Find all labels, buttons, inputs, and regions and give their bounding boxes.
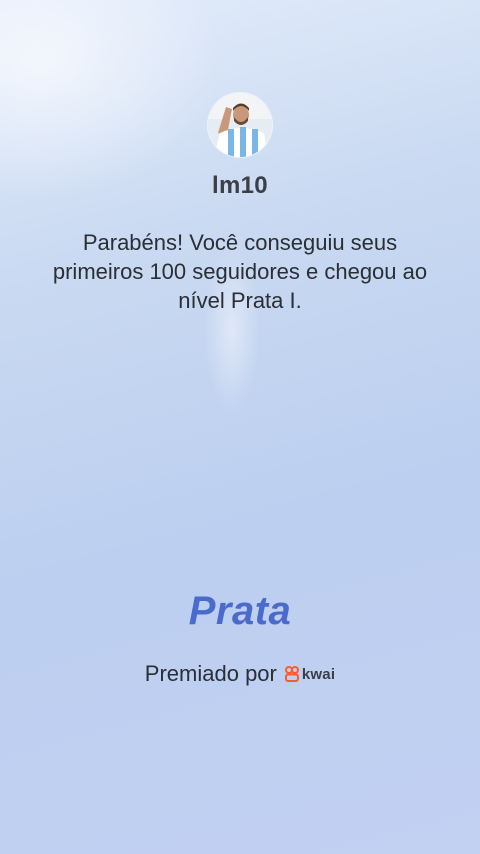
avatar[interactable] — [208, 93, 272, 157]
avatar-photo-icon — [208, 93, 272, 157]
tier-title: Prata — [188, 589, 292, 633]
kwai-brand[interactable]: kwai — [284, 665, 336, 683]
awarded-by: Premiado por kwai — [0, 661, 480, 687]
kwai-logo-icon — [284, 666, 299, 682]
kwai-brand-text: kwai — [301, 665, 336, 683]
congratulations-message: Parabéns! Você conseguiu seus primeiros … — [52, 230, 428, 313]
username: lm10 — [212, 172, 268, 199]
awarded-by-label: Premiado por — [144, 661, 277, 686]
